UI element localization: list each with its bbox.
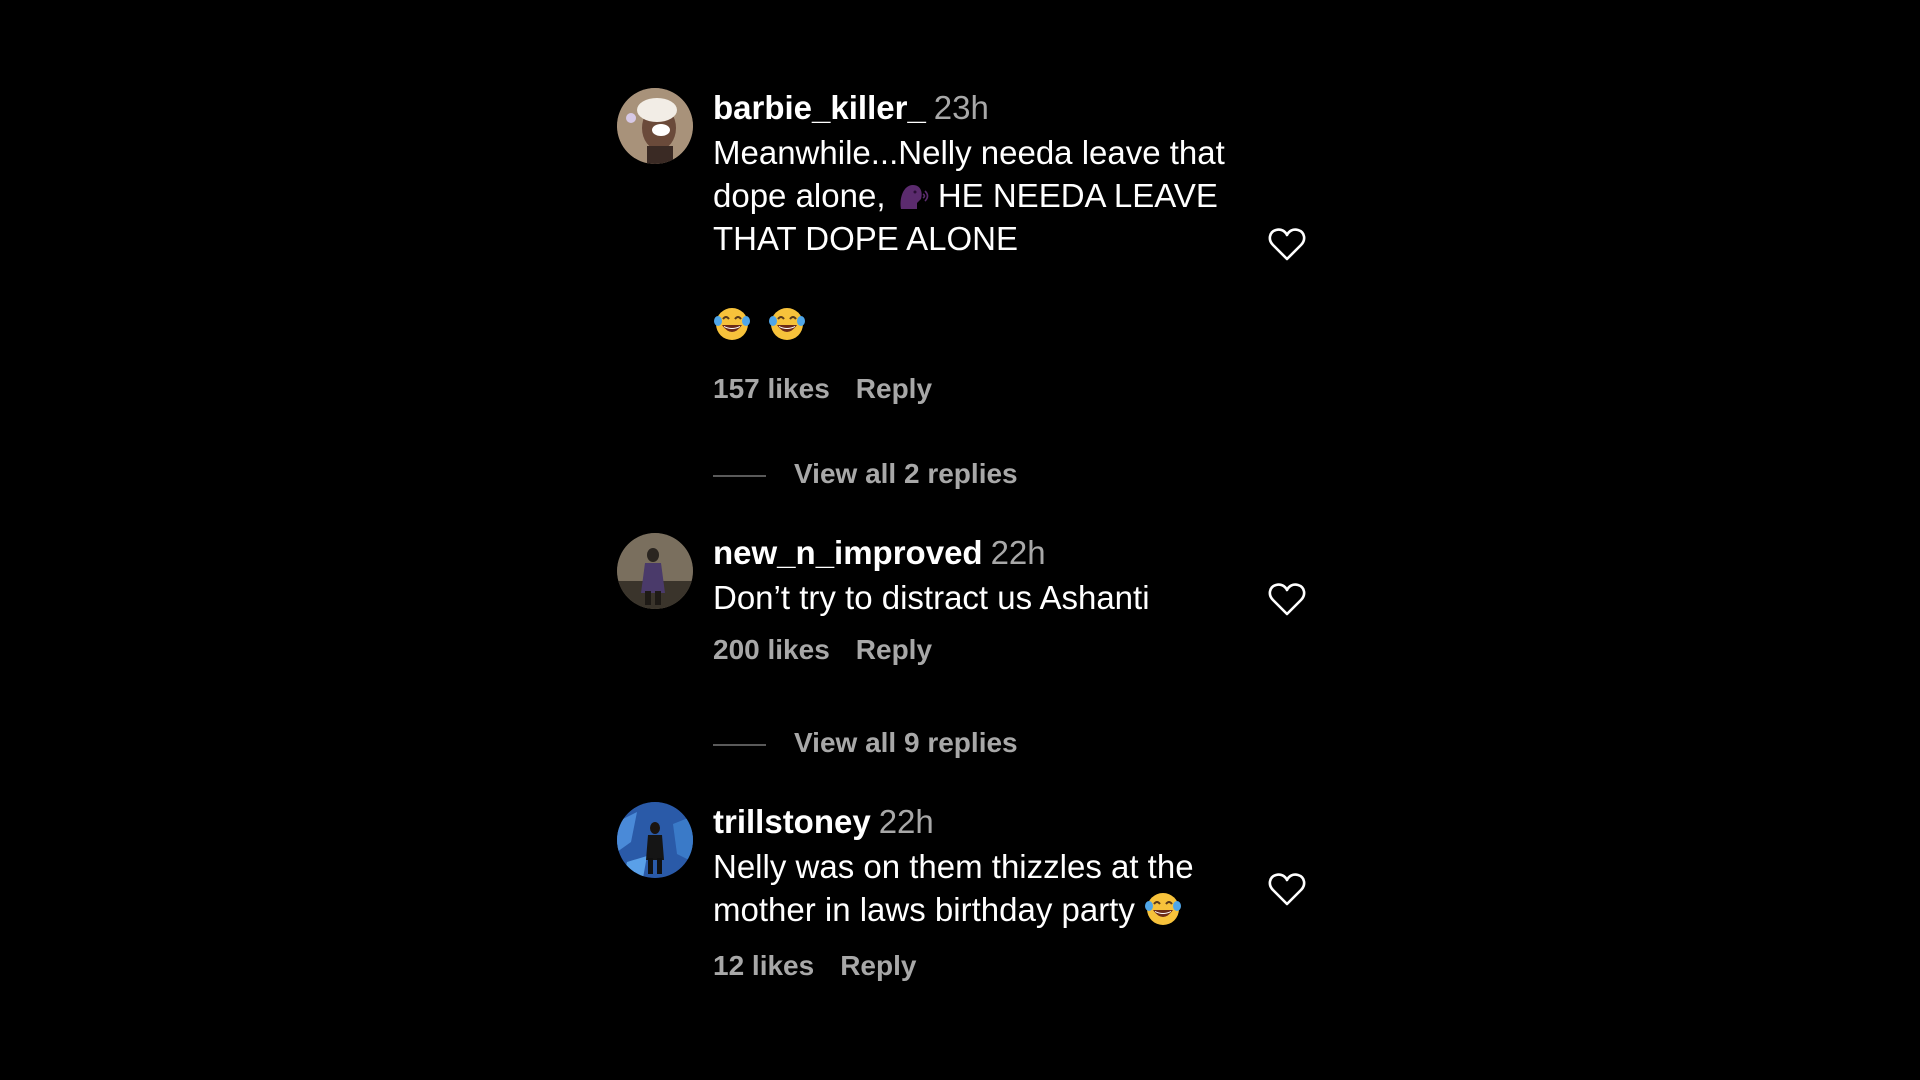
like-heart-icon[interactable]	[1267, 581, 1307, 617]
comment-meta: 12 likes Reply	[713, 949, 1233, 983]
username[interactable]: barbie_killer_	[713, 89, 926, 126]
avatar[interactable]	[617, 533, 693, 609]
reply-button[interactable]: Reply	[856, 373, 932, 404]
comment-text-line: Meanwhile...Nelly needa leave that	[713, 134, 1225, 171]
emoji-line	[713, 304, 1233, 347]
timestamp: 23h	[933, 89, 989, 126]
comment-body: trillstoney 22h Nelly was on them thizzle…	[713, 802, 1233, 983]
username[interactable]: trillstoney	[713, 803, 871, 840]
username[interactable]: new_n_improved	[713, 534, 983, 571]
comment-body: new_n_improved 22h Don’t try to distract …	[713, 533, 1233, 667]
view-replies-button[interactable]: View all 9 replies	[713, 726, 1018, 760]
comment-item: new_n_improved 22h Don’t try to distract …	[617, 533, 1317, 783]
comment-header: new_n_improved 22h	[713, 533, 1233, 573]
view-replies-label: View all 9 replies	[794, 727, 1018, 758]
comment-meta: 157 likes Reply	[713, 372, 1233, 406]
laughing-crying-icon	[713, 305, 751, 343]
comment-text-line: dope alone, HE NEEDA LEAVE	[713, 174, 1233, 217]
likes-count[interactable]: 157 likes	[713, 373, 830, 404]
comment-text-segment: dope alone,	[713, 177, 886, 214]
comment-text-segment: mother in laws birthday party	[713, 891, 1135, 928]
comment-item: barbie_killer_ 23h Meanwhile...Nelly need…	[617, 88, 1317, 508]
like-heart-icon[interactable]	[1267, 871, 1307, 907]
comment-text-segment: HE NEEDA LEAVE	[937, 177, 1218, 214]
comment-item: trillstoney 22h Nelly was on them thizzle…	[617, 802, 1317, 1002]
comment-text-line: THAT DOPE ALONE	[713, 220, 1019, 257]
speaking-head-icon	[895, 179, 929, 213]
timestamp: 22h	[990, 534, 1046, 571]
comment-text-line: Nelly was on them thizzles at the	[713, 848, 1194, 885]
comment-text: Meanwhile...Nelly needa leave that dope …	[713, 131, 1233, 347]
view-replies-button[interactable]: View all 2 replies	[713, 457, 1018, 491]
reply-button[interactable]: Reply	[856, 634, 932, 665]
view-replies-label: View all 2 replies	[794, 458, 1018, 489]
timestamp: 22h	[878, 803, 934, 840]
likes-count[interactable]: 12 likes	[713, 950, 814, 981]
avatar[interactable]	[617, 88, 693, 164]
divider-line	[713, 474, 766, 477]
laughing-crying-icon	[768, 305, 806, 343]
comment-text-line: Don’t try to distract us Ashanti	[713, 579, 1150, 616]
comment-text: Nelly was on them thizzles at the mother…	[713, 845, 1233, 931]
comment-text: Don’t try to distract us Ashanti	[713, 576, 1233, 619]
comment-header: trillstoney 22h	[713, 802, 1233, 842]
like-heart-icon[interactable]	[1267, 226, 1307, 262]
reply-button[interactable]: Reply	[840, 950, 916, 981]
divider-line	[713, 743, 766, 746]
comment-body: barbie_killer_ 23h Meanwhile...Nelly need…	[713, 88, 1233, 406]
comment-text-line: mother in laws birthday party	[713, 888, 1233, 931]
laughing-crying-icon	[1144, 890, 1182, 928]
avatar[interactable]	[617, 802, 693, 878]
comment-header: barbie_killer_ 23h	[713, 88, 1233, 128]
likes-count[interactable]: 200 likes	[713, 634, 830, 665]
comment-meta: 200 likes Reply	[713, 633, 1233, 667]
